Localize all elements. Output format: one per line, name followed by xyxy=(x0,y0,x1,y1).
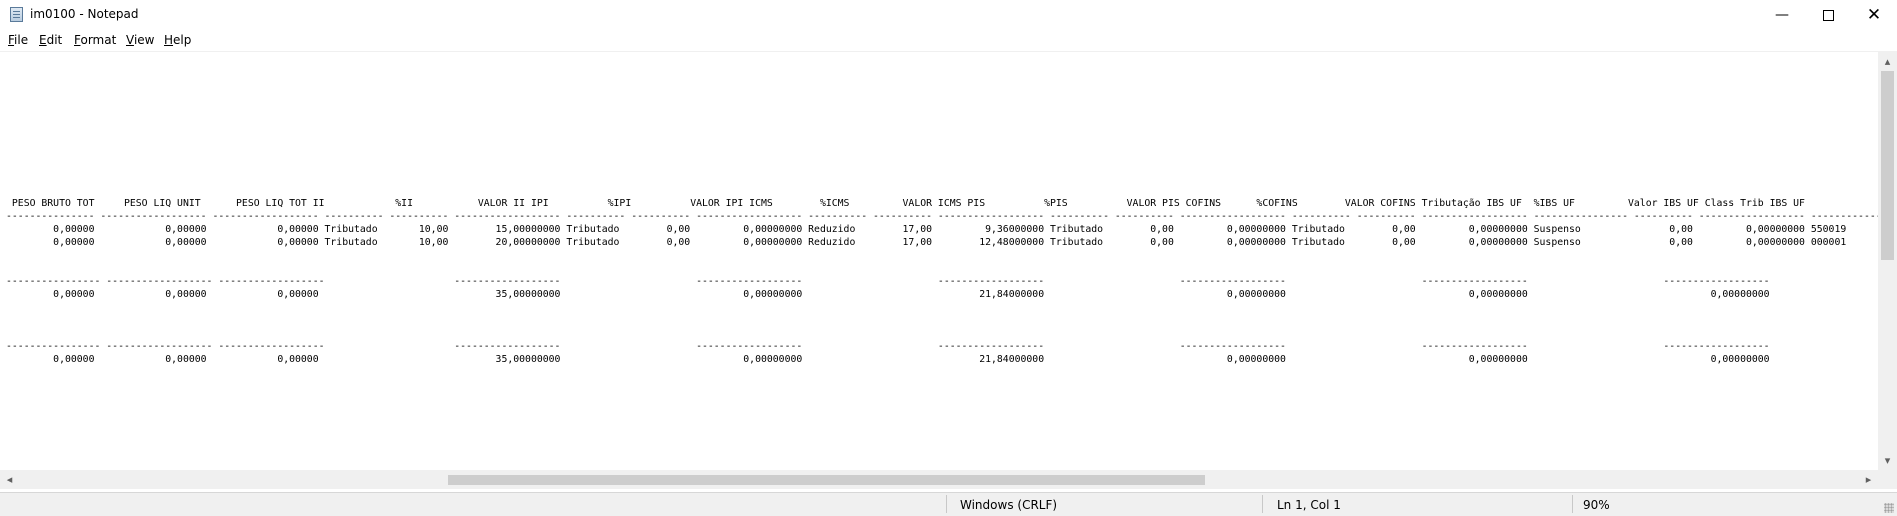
resize-grip-icon[interactable] xyxy=(1884,503,1894,513)
zoom-level-status: 90% xyxy=(1583,498,1610,512)
horizontal-scrollbar[interactable]: ◂ ▸ xyxy=(0,470,1878,489)
maximize-button[interactable] xyxy=(1805,0,1851,30)
scroll-left-arrow-icon[interactable]: ◂ xyxy=(0,470,19,489)
menu-edit[interactable]: Edit xyxy=(39,33,62,47)
status-divider xyxy=(1572,495,1573,513)
line-ending-status: Windows (CRLF) xyxy=(960,498,1058,512)
menu-help[interactable]: Help xyxy=(164,33,191,47)
window-title: im0100 - Notepad xyxy=(30,7,139,21)
horizontal-scroll-thumb[interactable] xyxy=(448,475,1205,485)
close-button[interactable]: ✕ xyxy=(1851,0,1897,30)
menu-file[interactable]: File xyxy=(8,33,28,47)
notepad-app-icon[interactable] xyxy=(10,7,23,22)
scrollbar-corner xyxy=(1878,470,1897,489)
scroll-up-arrow-icon[interactable]: ▴ xyxy=(1878,52,1897,71)
cursor-position-status: Ln 1, Col 1 xyxy=(1277,498,1341,512)
vertical-scrollbar[interactable]: ▴ ▾ xyxy=(1878,52,1897,470)
scroll-down-arrow-icon[interactable]: ▾ xyxy=(1878,451,1897,470)
menu-bar: File Edit Format View Help xyxy=(0,30,1897,51)
title-bar[interactable]: im0100 - Notepad — ✕ xyxy=(0,0,1897,30)
close-icon: ✕ xyxy=(1866,5,1882,25)
minimize-icon: — xyxy=(1775,7,1789,23)
scroll-right-arrow-icon[interactable]: ▸ xyxy=(1859,470,1878,489)
status-bar: Windows (CRLF) Ln 1, Col 1 90% xyxy=(0,492,1897,516)
minimize-button[interactable]: — xyxy=(1759,0,1805,30)
vertical-scroll-thumb[interactable] xyxy=(1881,71,1894,260)
status-divider xyxy=(946,495,947,513)
status-divider xyxy=(1262,495,1263,513)
menu-format[interactable]: Format xyxy=(74,33,116,47)
menu-view[interactable]: View xyxy=(126,33,154,47)
maximize-icon xyxy=(1822,9,1834,21)
document-text[interactable]: PESO BRUTO TOT PESO LIQ UNIT PESO LIQ TO… xyxy=(6,67,1878,366)
text-editor-area[interactable]: PESO BRUTO TOT PESO LIQ UNIT PESO LIQ TO… xyxy=(0,52,1878,470)
